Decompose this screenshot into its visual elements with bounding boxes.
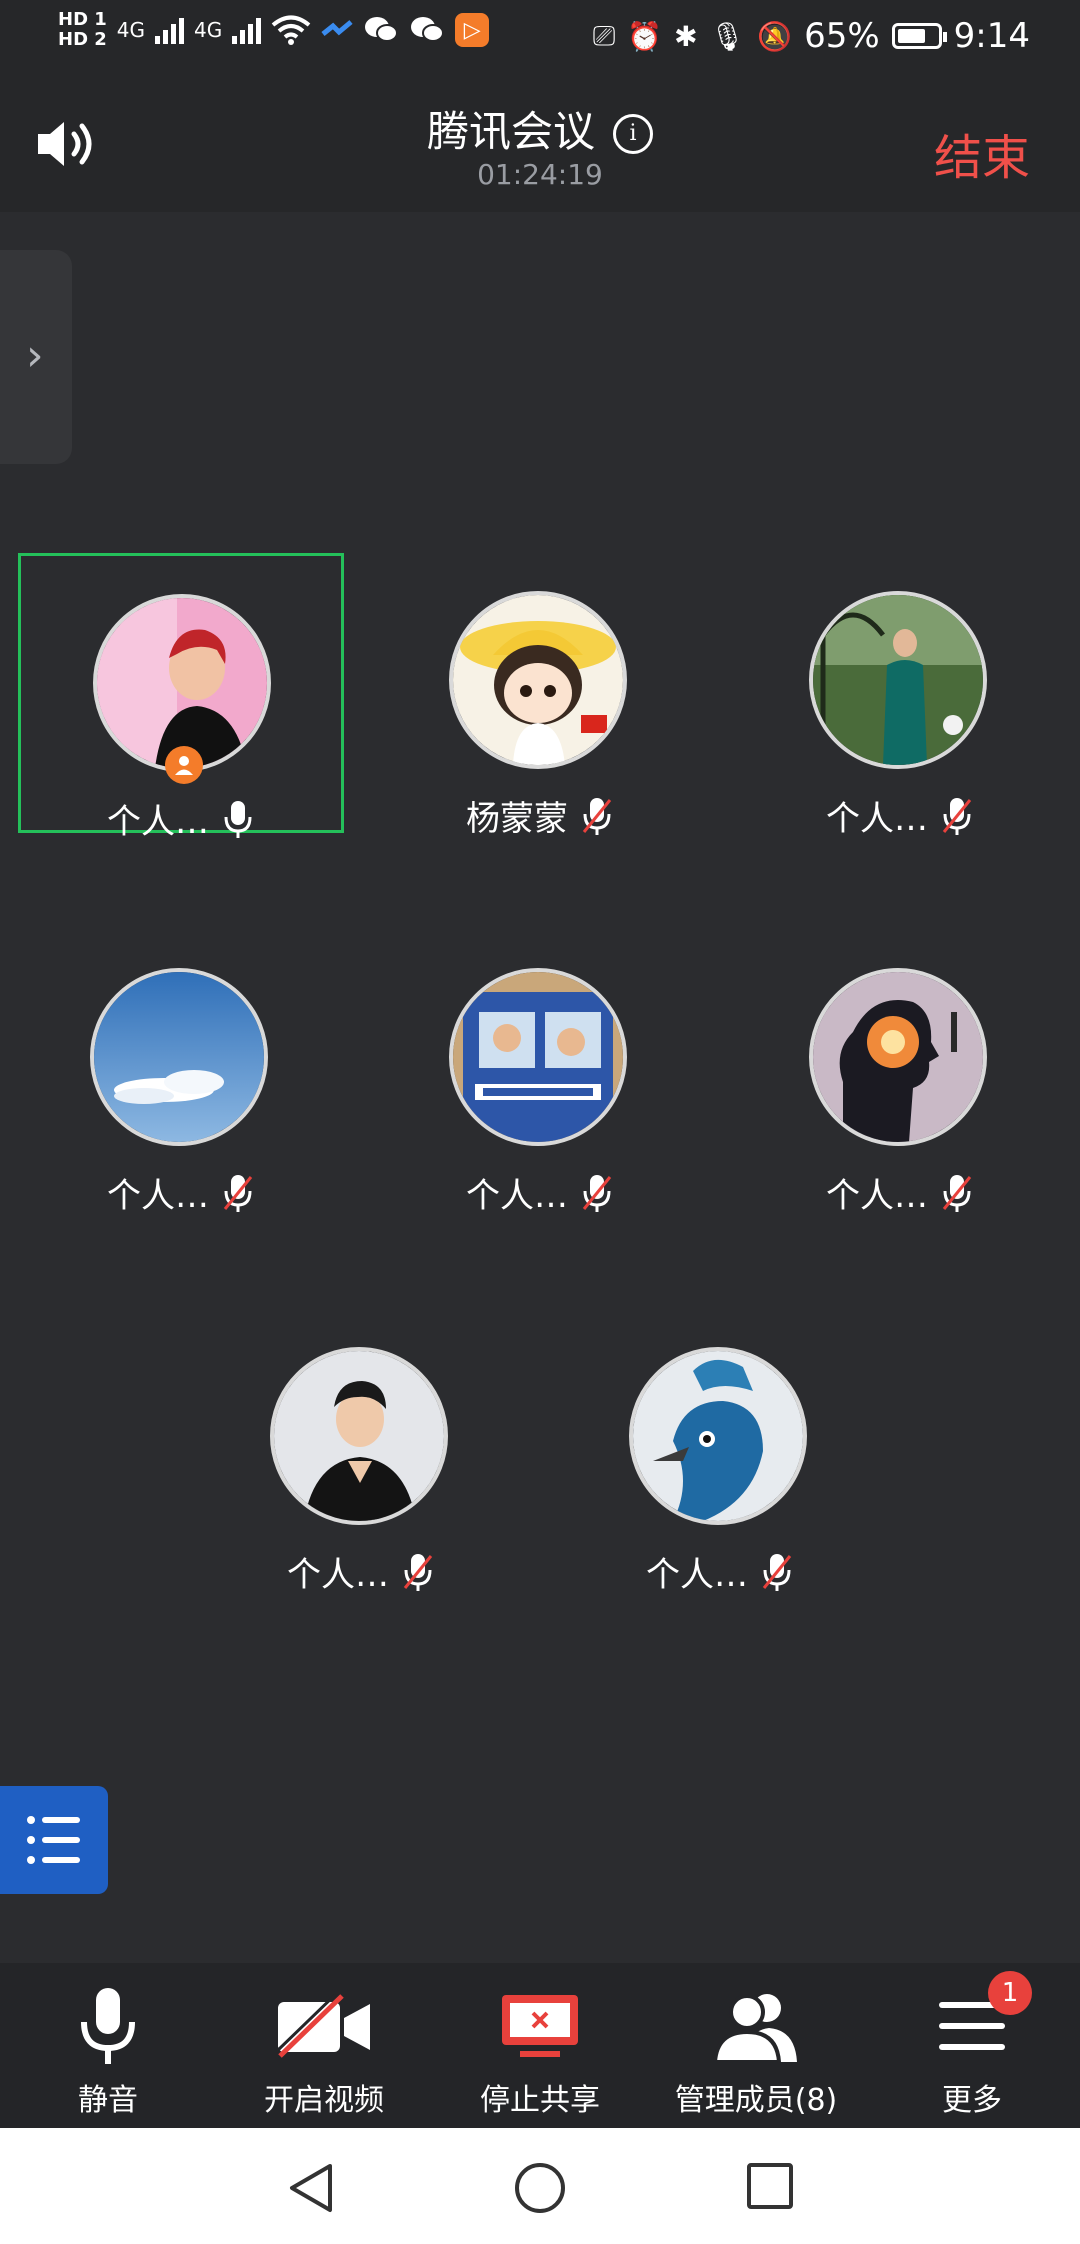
participant-name: 杨蒙蒙 — [466, 799, 568, 839]
participant-name: 个人… — [826, 1176, 928, 1216]
participant-tile[interactable]: 个人… — [377, 930, 703, 1216]
avatar — [90, 968, 268, 1146]
system-nav-bar — [0, 2128, 1080, 2244]
avatar — [449, 591, 627, 769]
meeting-title-text: 腾讯会议 — [426, 107, 595, 156]
members-icon — [712, 1994, 797, 2062]
battery-percent: 65% — [804, 16, 880, 56]
bluetooth-icon: ✱ — [674, 19, 698, 53]
side-panel-toggle[interactable]: › — [0, 250, 72, 464]
mic-muted-icon — [403, 1553, 433, 1591]
sim-indicators: HD 1 HD 2 — [58, 10, 107, 50]
info-icon[interactable]: i — [613, 114, 653, 154]
host-badge-icon — [165, 746, 203, 784]
wechat-icon — [365, 17, 399, 42]
stop-share-button[interactable]: 停止共享 — [432, 1963, 648, 2128]
participant-name: 个人… — [107, 802, 209, 842]
status-bar: HD 1 HD 2 4G 4G ▷ ⎚ ⏰ ✱ 🎙 🔕 65% 9:14 — [0, 0, 1080, 80]
battery-icon — [891, 23, 947, 49]
participant-label: 个人… — [737, 1168, 1063, 1217]
list-icon — [27, 1816, 80, 1864]
participant-tile[interactable]: 杨蒙蒙 — [377, 553, 703, 839]
participant-label: 个人… — [737, 791, 1063, 840]
more-label: 更多 — [942, 2083, 1002, 2118]
participant-tile[interactable]: 个人… — [557, 1309, 883, 1595]
meeting-title: 腾讯会议 i — [0, 98, 1080, 159]
meeting-timer: 01:24:19 — [477, 158, 603, 191]
participant-label: 个人… — [377, 1168, 703, 1217]
mic-muted-icon — [223, 1174, 253, 1212]
participant-label: 个人… — [18, 1168, 344, 1217]
participant-name: 个人… — [646, 1555, 748, 1595]
network1-label: 4G — [116, 18, 146, 42]
back-icon[interactable] — [286, 2162, 336, 2214]
participant-name: 个人… — [826, 799, 928, 839]
stop-share-label: 停止共享 — [480, 2083, 600, 2118]
avatar — [449, 968, 627, 1146]
avatar — [629, 1347, 807, 1525]
meeting-toolbar: 静音 开启视频 停止共享 管理成员(8) 1 更多 — [0, 1963, 1080, 2128]
alarm-icon: ⏰ — [627, 19, 663, 53]
participant-name: 个人… — [287, 1555, 389, 1595]
manage-members-label: 管理成员(8) — [674, 2083, 838, 2118]
participant-tile[interactable]: 个人… — [737, 930, 1063, 1216]
start-video-label: 开启视频 — [264, 2083, 384, 2118]
notification-badge: 1 — [988, 1971, 1032, 2015]
recents-icon[interactable] — [746, 2162, 794, 2210]
hd2-label: HD 2 — [58, 29, 107, 50]
stop-share-icon — [502, 1995, 578, 2057]
participant-label: 个人… — [557, 1547, 883, 1596]
mic-muted-icon — [942, 1174, 972, 1212]
mute-button[interactable]: 静音 — [0, 1963, 216, 2128]
participant-name: 个人… — [107, 1176, 209, 1216]
wifi-icon — [271, 15, 311, 45]
end-meeting-button[interactable]: 结束 — [934, 118, 1030, 188]
chevron-right-icon: › — [26, 330, 44, 381]
mic-muted-icon — [942, 797, 972, 835]
network2-label: 4G — [194, 18, 223, 42]
participant-label: 个人… — [21, 794, 341, 843]
avatar — [270, 1347, 448, 1525]
start-video-button[interactable]: 开启视频 — [216, 1963, 432, 2128]
meeting-header: 腾讯会议 i 01:24:19 结束 — [0, 80, 1080, 212]
status-right: ⎚ ⏰ ✱ 🎙 🔕 65% 9:14 — [593, 16, 1030, 56]
silent-bell-icon: 🔕 — [757, 19, 793, 53]
participant-name: 个人… — [466, 1176, 568, 1216]
hd1-label: HD 1 — [58, 9, 107, 30]
manage-members-button[interactable]: 管理成员(8) — [648, 1963, 864, 2128]
mute-label: 静音 — [78, 2083, 138, 2118]
home-icon[interactable] — [514, 2162, 566, 2214]
avatar — [809, 968, 987, 1146]
participant-tile[interactable]: 个人… — [18, 930, 344, 1216]
signal2-icon — [232, 16, 262, 44]
camera-off-icon — [276, 1994, 370, 2058]
participant-tile[interactable]: 个人… — [737, 553, 1063, 839]
cast-icon: ⎚ — [592, 19, 616, 52]
microphone-icon — [81, 1988, 135, 2064]
video-app-icon: ▷ — [455, 13, 490, 47]
participant-label: 个人… — [198, 1547, 524, 1596]
wechat-icon-2 — [411, 17, 445, 42]
avatar — [809, 591, 987, 769]
mic-on-icon — [224, 800, 252, 838]
signal1-icon — [155, 16, 185, 44]
status-left: HD 1 HD 2 4G 4G ▷ — [58, 10, 490, 50]
mic-muted-icon — [582, 797, 612, 835]
participant-tile[interactable]: 个人… — [198, 1309, 524, 1595]
mic-status-icon: 🎙 — [709, 19, 746, 53]
member-list-button[interactable] — [0, 1786, 108, 1894]
clock: 9:14 — [953, 16, 1030, 56]
mic-muted-icon — [762, 1553, 792, 1591]
participant-tile[interactable]: 个人… — [18, 553, 344, 842]
more-button[interactable]: 1 更多 — [864, 1963, 1080, 2128]
mic-muted-icon — [582, 1174, 612, 1212]
feishu-icon — [321, 20, 353, 36]
participant-label: 杨蒙蒙 — [377, 791, 703, 840]
